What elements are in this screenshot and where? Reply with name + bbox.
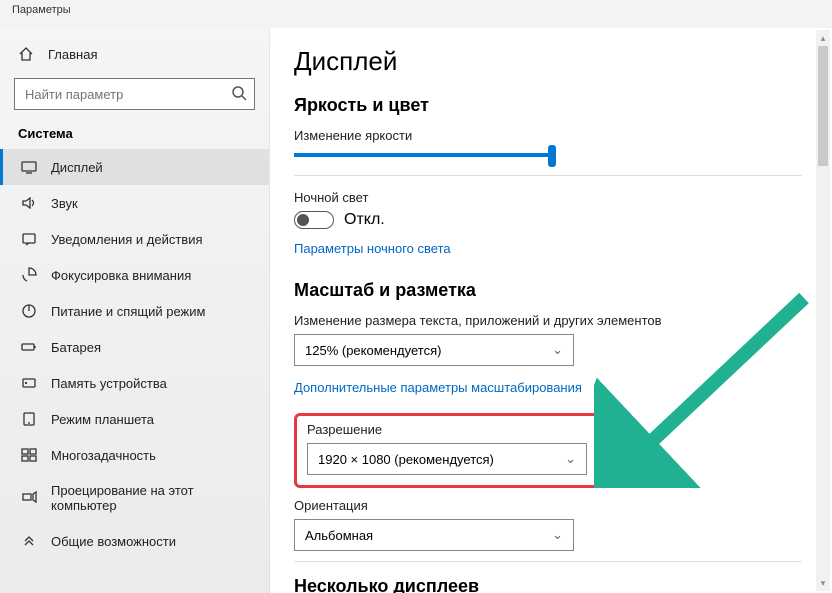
section-brightness-title: Яркость и цвет — [294, 95, 832, 116]
sidebar-item-label: Уведомления и действия — [51, 232, 203, 247]
storage-icon — [21, 375, 37, 391]
sidebar-item-label: Фокусировка внимания — [51, 268, 191, 283]
night-light-link[interactable]: Параметры ночного света — [294, 241, 451, 256]
sidebar-item-label: Общие возможности — [51, 534, 176, 549]
sound-icon — [21, 195, 37, 211]
focus-icon — [21, 267, 37, 283]
sidebar-section-title: Система — [0, 122, 269, 149]
scale-link[interactable]: Дополнительные параметры масштабирования — [294, 380, 582, 395]
scale-select[interactable]: 125% (рекомендуется) ⌄ — [294, 334, 574, 366]
battery-icon — [21, 339, 37, 355]
sidebar-item-label: Питание и спящий режим — [51, 304, 205, 319]
scroll-up-button[interactable]: ▴ — [816, 30, 830, 46]
night-light-state: Откл. — [344, 211, 385, 229]
sidebar-item-battery[interactable]: Батарея — [0, 329, 269, 365]
sidebar-item-tablet[interactable]: Режим планшета — [0, 401, 269, 437]
sidebar-item-label: Батарея — [51, 340, 101, 355]
window-title: Параметры — [0, 0, 832, 28]
search-input[interactable] — [14, 78, 255, 110]
night-light-label: Ночной свет — [294, 190, 832, 205]
chevron-down-icon: ⌄ — [552, 342, 563, 358]
sidebar-item-label: Проецирование на этот компьютер — [51, 483, 251, 513]
resolution-select[interactable]: 1920 × 1080 (рекомендуется) ⌄ — [307, 443, 587, 475]
orientation-label: Ориентация — [294, 498, 832, 513]
sidebar-item-power[interactable]: Питание и спящий режим — [0, 293, 269, 329]
sidebar-item-multitask[interactable]: Многозадачность — [0, 437, 269, 473]
search-box[interactable] — [14, 78, 255, 110]
sidebar-item-focus[interactable]: Фокусировка внимания — [0, 257, 269, 293]
notifications-icon — [21, 231, 37, 247]
tablet-icon — [21, 411, 37, 427]
display-icon — [21, 159, 37, 175]
scroll-down-button[interactable]: ▾ — [816, 575, 830, 591]
sidebar-item-label: Многозадачность — [51, 448, 156, 463]
resolution-label: Разрешение — [307, 422, 587, 437]
scrollbar-thumb[interactable] — [818, 46, 828, 166]
power-icon — [21, 303, 37, 319]
section-multi-title: Несколько дисплеев — [294, 576, 832, 593]
sidebar-item-sound[interactable]: Звук — [0, 185, 269, 221]
sidebar-item-display[interactable]: Дисплей — [0, 149, 269, 185]
brightness-label: Изменение яркости — [294, 128, 832, 143]
page-title: Дисплей — [294, 46, 832, 77]
scrollbar-track[interactable] — [816, 46, 830, 575]
toggle-track[interactable] — [294, 211, 334, 229]
sidebar-home[interactable]: Главная — [0, 40, 269, 68]
brightness-slider[interactable] — [294, 153, 554, 157]
night-light-toggle[interactable]: Откл. — [294, 211, 832, 229]
scrollbar[interactable]: ▴ ▾ — [816, 30, 830, 591]
home-icon — [18, 46, 34, 62]
sidebar-item-notifications[interactable]: Уведомления и действия — [0, 221, 269, 257]
sidebar: Главная Система Дисплей Звук Уведомления… — [0, 28, 270, 593]
scale-value: 125% (рекомендуется) — [305, 343, 441, 358]
main-panel: Дисплей Яркость и цвет Изменение яркости… — [270, 28, 832, 593]
toggle-knob — [297, 214, 309, 226]
slider-thumb[interactable] — [548, 145, 556, 167]
sidebar-home-label: Главная — [48, 47, 97, 62]
resolution-highlight: Разрешение 1920 × 1080 (рекомендуется) ⌄ — [294, 413, 600, 488]
sidebar-item-label: Память устройства — [51, 376, 167, 391]
section-scale-title: Масштаб и разметка — [294, 280, 832, 301]
sidebar-item-shared[interactable]: Общие возможности — [0, 523, 269, 559]
chevron-down-icon: ⌄ — [565, 451, 576, 467]
project-icon — [21, 490, 37, 506]
sidebar-item-storage[interactable]: Память устройства — [0, 365, 269, 401]
shared-icon — [21, 533, 37, 549]
scale-label: Изменение размера текста, приложений и д… — [294, 313, 832, 328]
orientation-select[interactable]: Альбомная ⌄ — [294, 519, 574, 551]
sidebar-item-label: Звук — [51, 196, 78, 211]
orientation-value: Альбомная — [305, 528, 373, 543]
divider — [294, 561, 802, 562]
sidebar-item-project[interactable]: Проецирование на этот компьютер — [0, 473, 269, 523]
multitask-icon — [21, 447, 37, 463]
sidebar-item-label: Дисплей — [51, 160, 103, 175]
search-icon — [231, 85, 247, 106]
chevron-down-icon: ⌄ — [552, 527, 563, 543]
divider — [294, 175, 802, 176]
resolution-value: 1920 × 1080 (рекомендуется) — [318, 452, 494, 467]
sidebar-item-label: Режим планшета — [51, 412, 154, 427]
